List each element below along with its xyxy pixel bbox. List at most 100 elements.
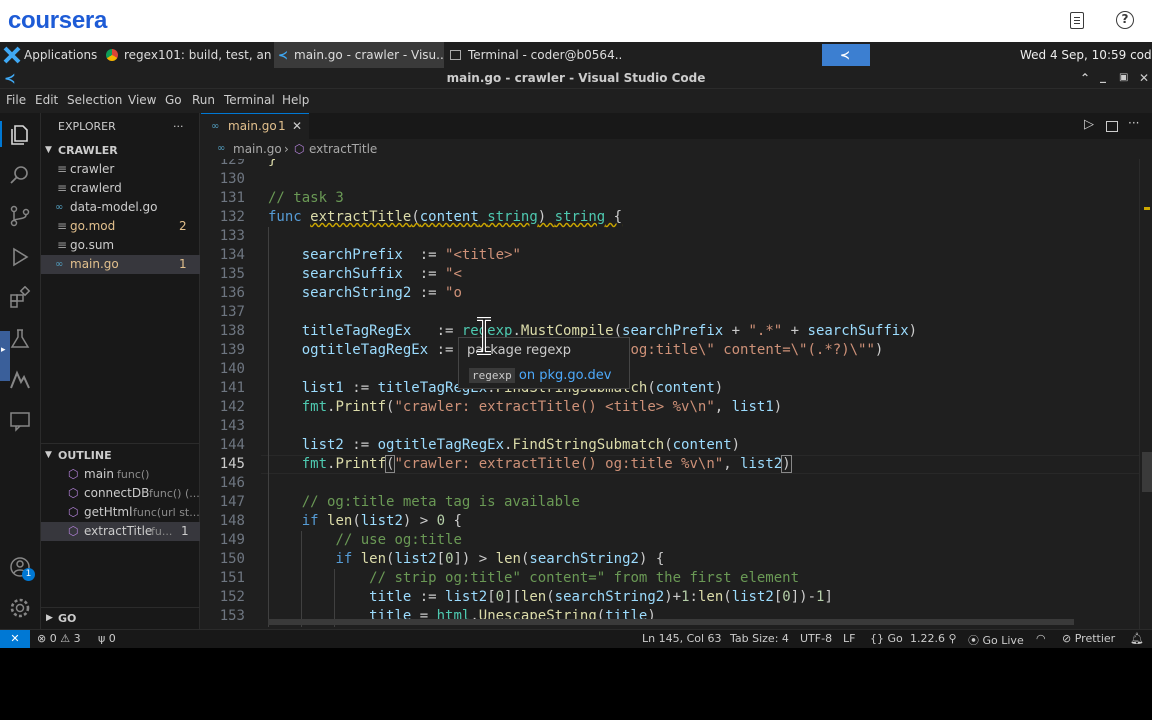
radio-tower-icon: ψ <box>98 632 106 645</box>
clock[interactable]: Wed 4 Sep, 10:59 coder <box>1020 42 1152 68</box>
end-of-line[interactable]: LF <box>843 632 855 645</box>
outline-item-extracttitle[interactable]: ⬡ extractTitle fu... 1 <box>41 522 200 541</box>
outline-item-gethtml[interactable]: ⬡ getHtml func(url st... <box>41 503 200 522</box>
taskbar-item-vscode[interactable]: ≺ main.go - crawler - Visu... <box>274 42 444 68</box>
menu-terminal[interactable]: Terminal <box>224 93 275 107</box>
collapse-icon[interactable]: ⌃ <box>1080 68 1090 88</box>
explorer-icon[interactable] <box>8 123 32 147</box>
file-crawler[interactable]: ≡ crawler <box>41 160 200 179</box>
editor-group: ∞ main.go 1 ✕ ▷ ··· ∞ main.go › ⬡ extrac… <box>201 113 1152 629</box>
menu-selection[interactable]: Selection <box>67 93 122 107</box>
more-actions-icon[interactable]: ··· <box>1128 116 1139 130</box>
more-actions-icon[interactable]: ··· <box>173 117 184 136</box>
problem-count-badge: 2 <box>179 219 187 233</box>
file-main-go[interactable]: ∞ main.go 1 <box>41 255 200 274</box>
line-number: 150 <box>219 551 245 567</box>
search-icon[interactable] <box>8 163 32 187</box>
menu-view[interactable]: View <box>128 93 156 107</box>
applications-label: Applications <box>24 48 98 62</box>
ports-indicator[interactable]: ψ 0 <box>98 632 116 645</box>
explorer-root-folder[interactable]: ▼ CRAWLER <box>41 141 200 160</box>
activity-bar: ▸ 1 <box>0 113 41 629</box>
vscode-window: ≺ main.go - crawler - Visual Studio Code… <box>0 68 1152 648</box>
outline-item-detail: func(url st... <box>133 506 200 519</box>
outline-item-name: main <box>84 467 114 481</box>
taskbar-active-vscode[interactable]: ≺ <box>822 44 870 66</box>
side-panel-toggle[interactable]: ▸ <box>0 331 10 381</box>
taskbar-item-regex101[interactable]: regex101: build, test, an... <box>104 42 272 68</box>
notes-icon[interactable] <box>1070 12 1084 29</box>
menu-run[interactable]: Run <box>192 93 215 107</box>
root-folder-label: CRAWLER <box>58 144 118 157</box>
settings-gear-icon[interactable] <box>8 596 32 620</box>
cursor-position[interactable]: Ln 145, Col 63 <box>642 632 722 645</box>
minimize-icon[interactable]: _ <box>1100 66 1106 86</box>
file-label: go.sum <box>70 238 115 252</box>
tab-main-go[interactable]: ∞ main.go 1 ✕ <box>201 113 309 139</box>
outline-item-main[interactable]: ⬡ main func() <box>41 465 200 484</box>
remote-icon[interactable] <box>8 368 32 392</box>
help-icon[interactable]: ? <box>1116 11 1134 29</box>
problems-indicator[interactable]: ⊗ 0 ⚠ 3 <box>37 632 81 645</box>
menu-edit[interactable]: Edit <box>35 93 58 107</box>
source-control-icon[interactable] <box>8 204 32 228</box>
menu-go[interactable]: Go <box>165 93 182 107</box>
maximize-icon[interactable]: ▣ <box>1119 68 1128 88</box>
outline-item-connectdb[interactable]: ⬡ connectDB func() (... <box>41 484 200 503</box>
file-crawlerd[interactable]: ≡ crawlerd <box>41 179 200 198</box>
run-debug-icon[interactable] <box>8 245 32 269</box>
testing-icon[interactable] <box>8 327 32 351</box>
close-window-icon[interactable]: ✕ <box>1139 68 1149 88</box>
menu-help[interactable]: Help <box>282 93 309 107</box>
split-editor-icon[interactable] <box>1106 121 1118 132</box>
file-icon: ≡ <box>57 219 68 233</box>
encoding[interactable]: UTF-8 <box>800 632 832 645</box>
outline-item-name: getHtml <box>84 505 133 519</box>
prettier-button[interactable]: ⊘ Prettier <box>1062 632 1115 645</box>
outline-item-name: connectDB <box>84 486 150 500</box>
go-version-label: 1.22.6 <box>910 632 945 645</box>
breadcrumb-file[interactable]: main.go <box>233 139 282 159</box>
terminal-icon <box>450 50 461 60</box>
go-file-icon: ∞ <box>55 202 64 213</box>
go-version[interactable]: 1.22.6 ⚲ <box>910 632 957 645</box>
file-go-mod[interactable]: ≡ go.mod 2 <box>41 217 200 236</box>
taskbar-item-label: main.go - crawler - Visu... <box>294 48 444 62</box>
applications-menu[interactable]: Applications <box>0 42 100 68</box>
error-icon: ⊗ <box>37 632 47 645</box>
window-title: main.go - crawler - Visual Studio Code <box>446 71 706 85</box>
go-section-header[interactable]: ▶ GO <box>41 609 200 628</box>
taskbar-item-label: regex101: build, test, an... <box>124 48 272 62</box>
code-line: list2 := ogtitleTagRegEx.FindStringSubma… <box>301 437 741 453</box>
tab-size[interactable]: Tab Size: 4 <box>730 632 789 645</box>
outline-header[interactable]: ▼ OUTLINE <box>41 446 200 465</box>
menu-file[interactable]: File <box>6 93 26 107</box>
file-data-model-go[interactable]: ∞ data-model.go <box>41 198 200 217</box>
taskbar-item-terminal[interactable]: Terminal - coder@b0564... <box>446 42 621 68</box>
file-go-sum[interactable]: ≡ go.sum <box>41 236 200 255</box>
outline-item-detail: fu... <box>151 525 173 538</box>
line-number: 131 <box>219 190 245 206</box>
vertical-scrollbar[interactable] <box>1139 159 1152 629</box>
go-live-button[interactable]: ⦿ Go Live <box>968 632 1024 648</box>
extensions-icon[interactable] <box>8 286 32 310</box>
chat-icon[interactable] <box>8 409 32 433</box>
breadcrumb-symbol[interactable]: extractTitle <box>309 139 377 159</box>
window-titlebar: ≺ main.go - crawler - Visual Studio Code… <box>0 68 1152 89</box>
language-mode[interactable]: {} Go <box>870 632 903 645</box>
code-editor[interactable]: 129 130 131 132 133 134 135 136 137 138 … <box>201 159 1152 629</box>
line-number: 153 <box>219 608 245 624</box>
text-cursor-icon <box>477 317 491 355</box>
line-number: 129 <box>219 159 245 168</box>
code-line: } <box>268 159 277 168</box>
hover-link-text: on pkg.go.dev <box>518 368 612 383</box>
coursera-logo[interactable]: coursera <box>8 7 107 35</box>
hover-link[interactable]: regexp on pkg.go.dev <box>469 368 611 383</box>
close-tab-icon[interactable]: ✕ <box>292 114 302 139</box>
horizontal-scrollbar[interactable] <box>268 619 1074 625</box>
remote-indicator[interactable]: ✕ <box>0 630 30 648</box>
notifications-icon[interactable]: 🔔︎ <box>1130 632 1144 645</box>
active-indicator <box>0 121 2 147</box>
line-number: 152 <box>219 589 245 605</box>
run-icon[interactable]: ▷ <box>1084 117 1094 132</box>
